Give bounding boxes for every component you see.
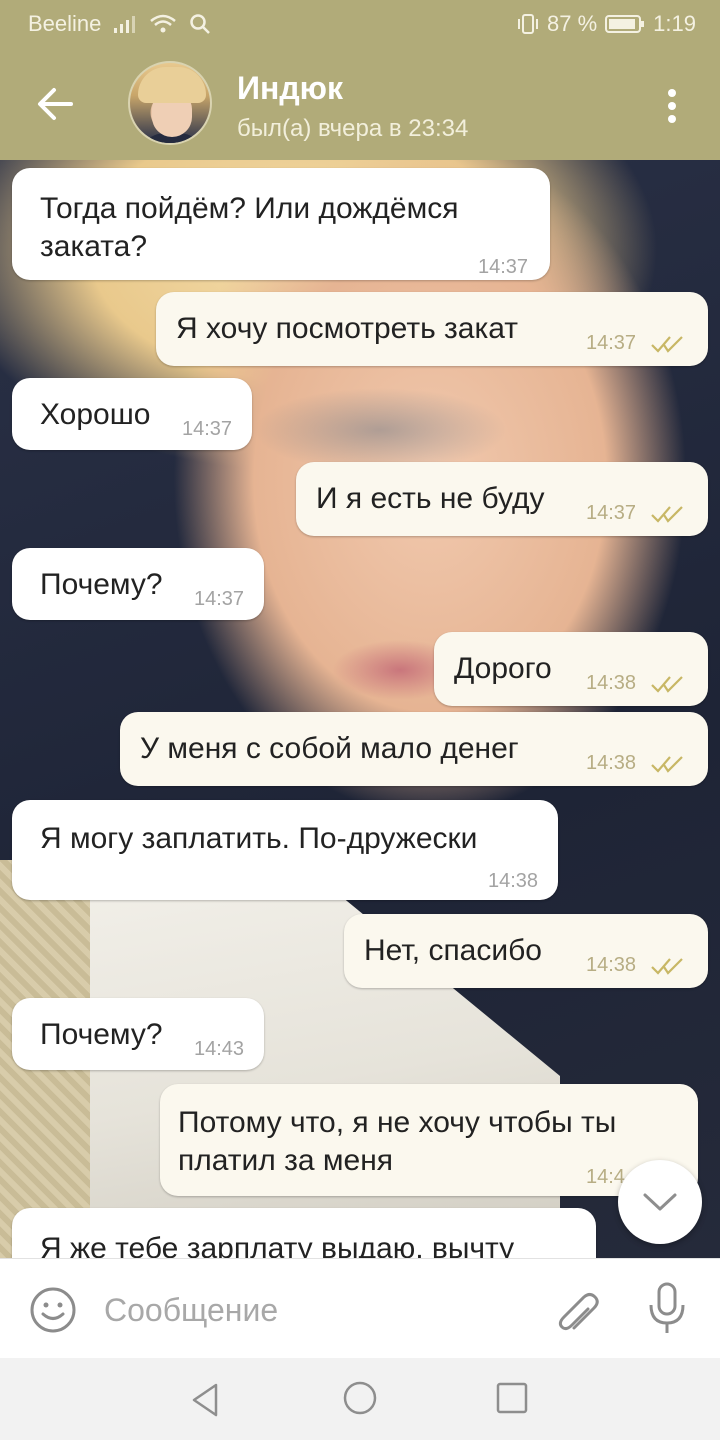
message-time: 14:4	[586, 1166, 625, 1188]
nav-home-button[interactable]	[340, 1378, 380, 1418]
message-text: Почему?	[40, 1018, 163, 1051]
message-time: 14:38	[586, 954, 637, 976]
status-bar: Beeline 87 % 1:19	[0, 0, 720, 48]
message-time: 14:37	[182, 418, 233, 440]
message-time: 14:43	[194, 1038, 245, 1060]
message-incoming[interactable]: Тогда пойдём? Или дождёмся заката? 14:37	[12, 168, 550, 280]
message-incoming[interactable]: Я могу заплатить. По-дружески 14:38	[12, 800, 558, 900]
square-recents-icon	[496, 1382, 528, 1414]
message-text: Хорошо	[40, 398, 151, 431]
message-time: 14:38	[586, 672, 637, 694]
message-time: 14:37	[586, 332, 637, 354]
last-seen-status: был(а) вчера в 23:34	[237, 115, 469, 142]
signal-icon	[113, 14, 137, 34]
message-outgoing[interactable]: Я хочу посмотреть закат 14:37	[156, 292, 708, 366]
vibrate-icon	[517, 13, 539, 35]
menu-button[interactable]	[648, 82, 696, 130]
message-time: 14:37	[586, 502, 637, 524]
back-button[interactable]	[0, 48, 110, 160]
search-icon	[189, 13, 211, 35]
battery-percent: 87 %	[547, 11, 598, 36]
message-input[interactable]	[104, 1285, 524, 1335]
message-time: 14:38	[586, 752, 637, 774]
read-ticks-icon	[651, 756, 683, 773]
message-text: Дорого	[454, 652, 552, 685]
message-incoming[interactable]: Почему? 14:37	[12, 548, 264, 620]
circle-home-icon	[343, 1381, 377, 1415]
nav-back-button[interactable]	[186, 1380, 226, 1420]
message-outgoing[interactable]: Нет, спасибо 14:38	[344, 914, 708, 988]
message-text: У меня с собой мало денег	[140, 732, 519, 765]
message-text: Тогда пойдём? Или дождёмся заката?	[40, 192, 459, 263]
triangle-back-icon	[192, 1383, 218, 1417]
message-text: И я есть не буду	[316, 482, 545, 515]
emoji-button[interactable]	[28, 1285, 78, 1335]
battery-icon	[605, 13, 645, 35]
more-vertical-icon	[668, 89, 676, 123]
mic-button[interactable]	[644, 1281, 690, 1337]
smiley-icon	[30, 1287, 76, 1333]
message-outgoing[interactable]: И я есть не буду 14:37	[296, 462, 708, 536]
read-ticks-icon	[651, 958, 683, 975]
message-outgoing[interactable]: У меня с собой мало денег 14:38	[120, 712, 708, 786]
read-ticks-icon	[651, 506, 683, 523]
paperclip-icon	[558, 1293, 599, 1331]
message-outgoing[interactable]: Дорого 14:38	[434, 632, 708, 706]
nav-recents-button[interactable]	[494, 1380, 530, 1416]
wifi-icon	[149, 13, 177, 35]
message-composer	[0, 1258, 720, 1358]
message-text: Потому что, я не хочу чтобы ты платил за…	[178, 1106, 617, 1177]
message-time: 14:38	[488, 870, 539, 892]
message-text: Я хочу посмотреть закат	[176, 312, 519, 345]
message-outgoing[interactable]: Потому что, я не хочу чтобы ты платил за…	[160, 1084, 698, 1196]
attach-button[interactable]	[552, 1285, 602, 1335]
chat-name: Индюк	[237, 70, 343, 106]
message-incoming[interactable]: Почему? 14:43	[12, 998, 264, 1070]
message-time: 14:37	[194, 588, 245, 610]
message-time: 14:37	[478, 256, 529, 278]
chat-title-block[interactable]: Индюк был(а) вчера в 23:34	[237, 68, 468, 146]
read-ticks-icon	[651, 676, 683, 693]
read-ticks-icon	[651, 336, 683, 353]
message-text: Нет, спасибо	[364, 934, 542, 967]
system-nav-bar	[0, 1358, 720, 1440]
carrier-label: Beeline	[28, 11, 102, 36]
chevron-down-icon	[643, 1193, 677, 1211]
clock: 1:19	[653, 11, 696, 36]
message-list[interactable]: Тогда пойдём? Или дождёмся заката? 14:37…	[0, 160, 720, 1258]
message-incoming[interactable]: Я же тебе зарплату выдаю, вычту	[12, 1208, 596, 1258]
message-text: Я же тебе зарплату выдаю, вычту	[40, 1232, 515, 1258]
avatar[interactable]	[128, 61, 212, 145]
message-incoming[interactable]: Хорошо 14:37	[12, 378, 252, 450]
chat-header: Индюк был(а) вчера в 23:34	[0, 48, 720, 160]
arrow-left-icon	[38, 88, 73, 120]
microphone-icon	[649, 1282, 685, 1333]
scroll-down-button[interactable]	[618, 1160, 702, 1244]
message-text: Я могу заплатить. По-дружески	[40, 822, 478, 855]
message-text: Почему?	[40, 568, 163, 601]
